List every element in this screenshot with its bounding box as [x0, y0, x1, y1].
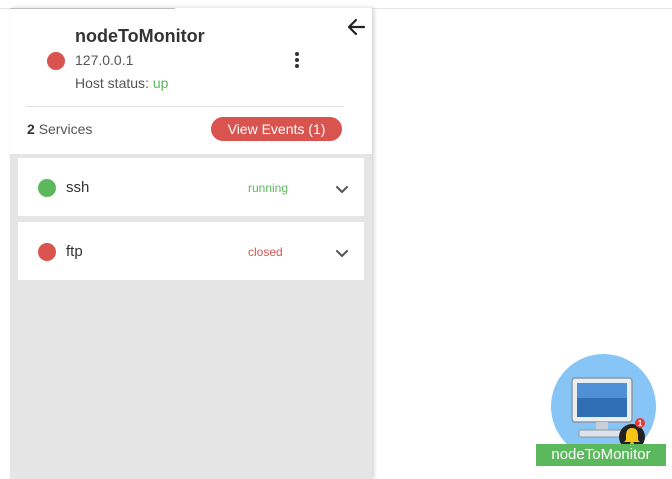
service-state: running	[248, 181, 289, 195]
service-name: ssh	[66, 179, 90, 196]
kebab-dot	[295, 64, 299, 68]
node-detail-panel: nodeToMonitor 127.0.0.1 Host status: up …	[10, 8, 372, 479]
node-name: nodeToMonitor	[75, 26, 205, 46]
header-strip	[10, 8, 175, 9]
notification-count: 1	[638, 419, 643, 428]
service-name: ftp	[66, 243, 83, 260]
host-status-label: Host status:	[75, 75, 149, 91]
host-status-value: up	[152, 75, 169, 91]
service-status-dot	[38, 179, 56, 197]
service-status-dot	[38, 243, 56, 261]
kebab-dot	[295, 58, 299, 62]
host-status-dot	[47, 52, 65, 70]
view-events-button[interactable]: View Events (1)	[211, 117, 342, 141]
node-label: nodeToMonitor	[536, 444, 666, 466]
kebab-menu-icon[interactable]	[291, 50, 303, 70]
host-status: Host status: up	[75, 75, 168, 91]
service-item-ftp[interactable]: ftp closed	[18, 222, 364, 280]
services-count-label: Services	[38, 121, 93, 137]
services-count: 2 Services	[27, 121, 92, 137]
chevron-down-icon[interactable]	[334, 246, 350, 260]
graph-node[interactable]: 1 nodeToMonitor	[536, 354, 666, 466]
chevron-down-icon[interactable]	[334, 182, 350, 196]
arrow-left-icon[interactable]	[345, 16, 367, 38]
services-count-number: 2	[27, 121, 35, 137]
node-header: nodeToMonitor 127.0.0.1 Host status: up …	[10, 8, 372, 154]
service-state: closed	[248, 245, 283, 259]
service-item-ssh[interactable]: ssh running	[18, 158, 364, 216]
kebab-dot	[295, 52, 299, 56]
header-divider	[26, 106, 344, 107]
node-ip: 127.0.0.1	[75, 52, 134, 68]
